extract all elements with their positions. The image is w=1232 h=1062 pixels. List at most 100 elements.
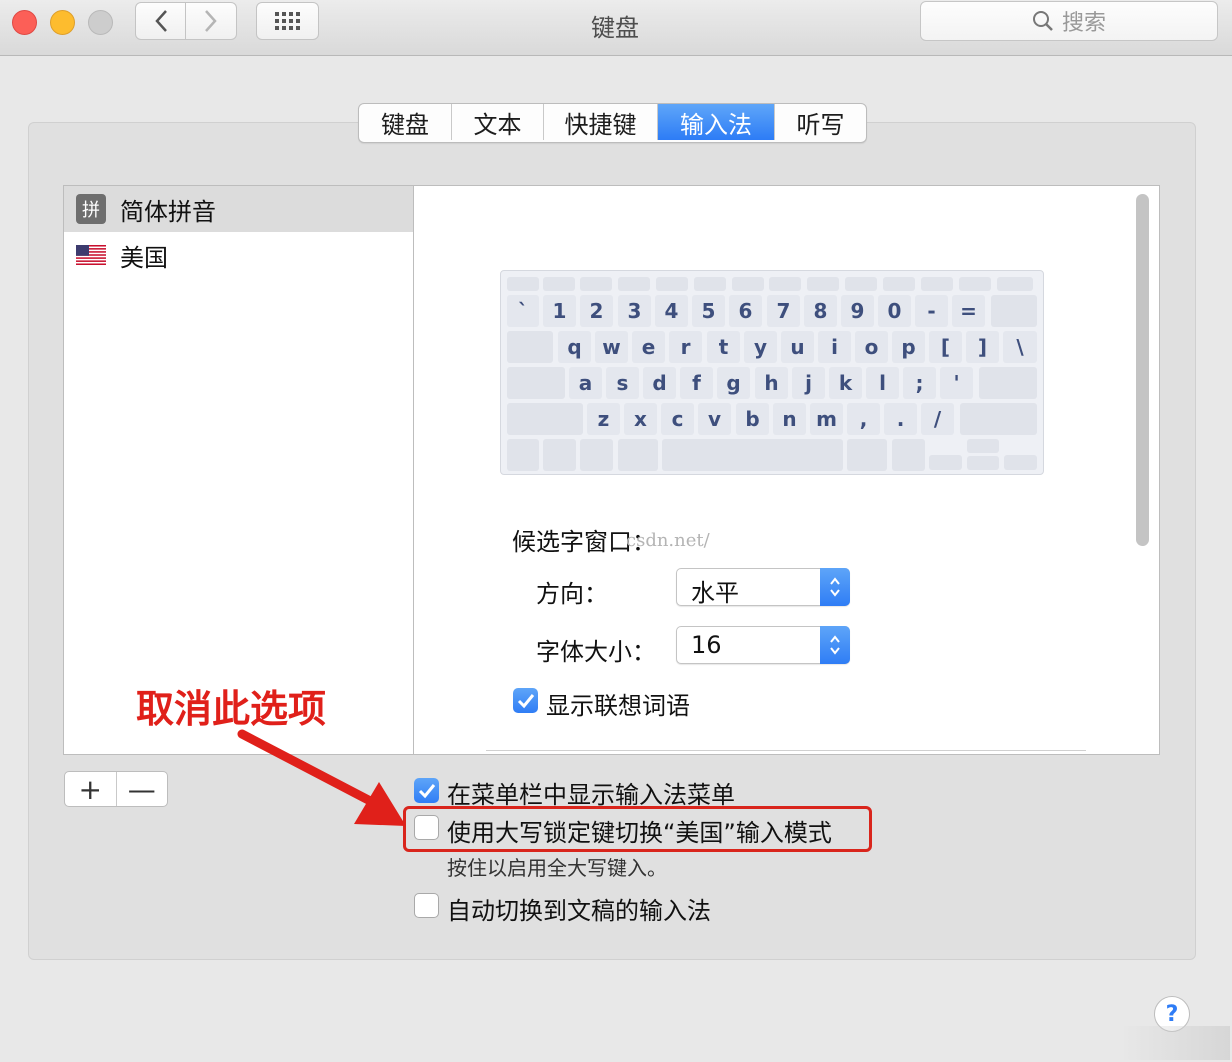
keyboard-key [960,403,1037,435]
direction-value: 水平 [691,579,739,607]
auto-switch-checkbox[interactable] [414,893,439,918]
search-icon [1032,11,1053,31]
keyboard-key [1004,455,1037,470]
tab-dictation[interactable]: 听写 [775,104,866,140]
list-item-label: 简体拼音 [120,197,216,226]
tab-text[interactable]: 文本 [452,104,544,140]
keyboard-key [507,403,583,435]
keyboard-key [507,439,539,471]
chevron-right-icon [205,10,217,32]
keyboard-key: 4 [655,295,688,327]
font-size-value: 16 [691,631,722,659]
keyboard-viewer: ` 1 2 3 4 5 6 7 8 9 0 - = q w e r t y u … [500,270,1044,475]
keyboard-key [618,439,658,471]
keyboard-key [618,277,650,291]
show-associated-label: 显示联想词语 [546,692,690,720]
minimize-window-button[interactable] [50,10,75,35]
show-all-button[interactable] [256,2,319,40]
keyboard-key: r [669,331,702,363]
tab-shortcuts[interactable]: 快捷键 [544,104,658,140]
keyboard-key [732,277,764,291]
keyboard-key: / [921,403,954,435]
forward-button[interactable] [186,2,237,40]
keyboard-key [845,277,877,291]
remove-input-source-button[interactable]: — [115,772,168,806]
keyboard-key: c [661,403,694,435]
updown-arrows-icon [820,568,850,606]
keyboard-key: k [829,367,862,399]
keyboard-key: . [884,403,917,435]
keyboard-key [892,439,925,471]
back-button[interactable] [135,2,186,40]
keyboard-key: s [606,367,639,399]
list-buttons: + — [64,771,168,807]
keyboard-key [694,277,726,291]
search-placeholder: 搜索 [1061,11,1106,36]
direction-popup[interactable]: 水平 [676,568,850,607]
keyboard-key: u [781,331,814,363]
highlight-box [403,806,872,852]
watermark-logo [1120,1026,1230,1060]
auto-switch-label: 自动切换到文稿的输入法 [447,897,711,925]
keyboard-key: , [847,403,880,435]
keyboard-key [883,277,915,291]
checkmark-icon [517,693,534,708]
keyboard-key: - [915,295,948,327]
keyboard-key: 8 [804,295,837,327]
pinyin-icon: 拼 [76,194,106,224]
title-bar: 键盘 搜索 [0,0,1232,56]
keyboard-key [921,277,953,291]
checkmark-icon [418,783,435,798]
keyboard-key: z [587,403,620,435]
keyboard-key: 6 [729,295,762,327]
add-input-source-button[interactable]: + [65,772,116,806]
chevron-left-icon [154,10,167,32]
font-size-popup[interactable]: 16 [676,626,850,664]
keyboard-key: 0 [878,295,911,327]
list-item-us[interactable]: 美国 [64,232,413,278]
keyboard-key: 7 [767,295,800,327]
keyboard-key: g [717,367,750,399]
keyboard-key [979,367,1037,399]
detail-panel: ` 1 2 3 4 5 6 7 8 9 0 - = q w e r t y u … [414,185,1160,755]
keyboard-key: ] [966,331,999,363]
keyboard-key [959,277,991,291]
input-source-list: 拼 简体拼音 美国 [63,185,414,755]
keyboard-key: e [632,331,665,363]
keyboard-key: h [755,367,788,399]
keyboard-key: l [866,367,899,399]
close-window-button[interactable] [12,10,37,35]
keyboard-key [967,456,999,470]
arrow-icon [237,729,406,826]
keyboard-key: 2 [580,295,613,327]
keyboard-key: ; [903,367,936,399]
direction-label: 方向： [536,580,608,608]
keyboard-key: 5 [692,295,725,327]
search-field[interactable]: 搜索 [920,1,1218,41]
show-input-menu-checkbox[interactable] [414,778,439,803]
tab-input-sources[interactable]: 输入法 [658,104,775,140]
scrollbar[interactable] [1136,194,1149,546]
keyboard-key: t [707,331,740,363]
keyboard-key: a [569,367,602,399]
keyboard-key: d [643,367,676,399]
keyboard-key: q [558,331,591,363]
keyboard-key: v [698,403,731,435]
list-item-label: 美国 [120,243,168,272]
keyboard-key: n [773,403,806,435]
keyboard-key [929,455,962,470]
keyboard-key [507,277,539,291]
list-item-pinyin[interactable]: 拼 简体拼音 [64,186,413,232]
capslock-hint: 按住以启用全大写键入。 [447,856,667,880]
keyboard-key [807,277,839,291]
keyboard-key [997,277,1033,291]
keyboard-key [543,439,576,471]
keyboard-key [543,277,575,291]
zoom-window-button[interactable] [88,10,113,35]
keyboard-key [580,277,612,291]
keyboard-key [847,439,887,471]
keyboard-key: ` [507,295,539,327]
tab-keyboard[interactable]: 键盘 [359,104,452,140]
show-associated-checkbox[interactable] [513,688,538,713]
updown-arrows-icon [820,626,850,664]
